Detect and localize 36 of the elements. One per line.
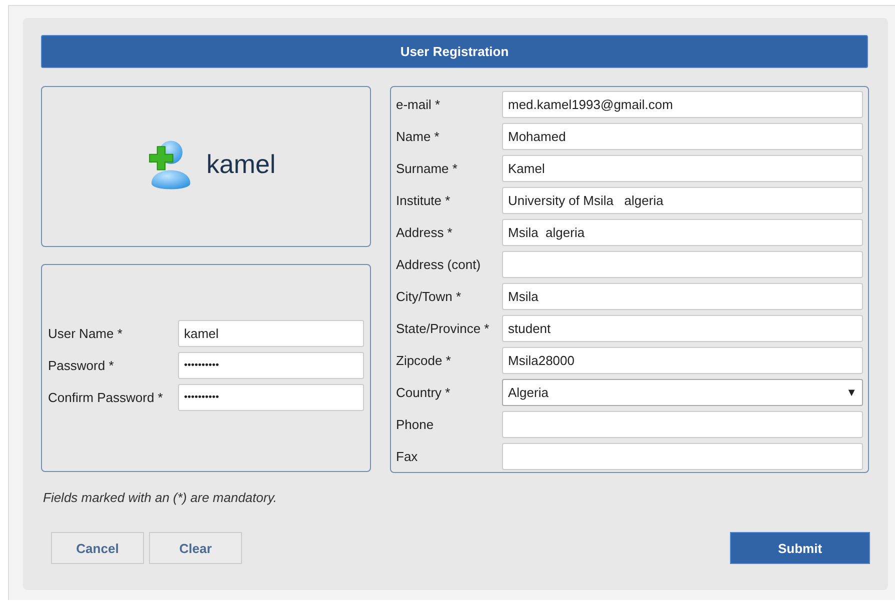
field-label: User Name * — [48, 326, 124, 341]
field-label: Address * — [396, 225, 454, 240]
input-field[interactable]: Msila — [502, 283, 863, 310]
input-field[interactable] — [502, 411, 863, 438]
field-label: State/Province * — [396, 321, 490, 336]
input-field[interactable]: kamel — [178, 320, 364, 347]
field-label: Surname * — [396, 161, 458, 176]
field-label: Zipcode * — [396, 353, 452, 368]
field-label: Phone — [396, 417, 435, 432]
password-field[interactable]: •••••••••• — [178, 384, 364, 411]
input-field[interactable]: student — [502, 315, 863, 342]
input-field[interactable]: Mohamed — [502, 123, 863, 150]
field-label: Institute * — [396, 193, 452, 208]
field-label: e-mail * — [396, 97, 442, 112]
field-label: Password * — [48, 358, 115, 373]
field-label: Address (cont) — [396, 257, 482, 272]
input-field[interactable]: University of Msila algeria — [502, 187, 863, 214]
password-field[interactable]: •••••••••• — [178, 352, 364, 379]
input-field[interactable] — [502, 251, 863, 278]
input-field[interactable]: med.kamel1993@gmail.com — [502, 91, 863, 118]
input-field[interactable]: Kamel — [502, 155, 863, 182]
input-field[interactable] — [502, 443, 863, 470]
field-label: Name * — [396, 129, 440, 144]
submit-button[interactable]: Submit — [730, 532, 870, 564]
field-label: Country * — [396, 385, 452, 400]
field-label: Fax — [396, 449, 419, 464]
field-label: City/Town * — [396, 289, 462, 304]
mandatory-note: Fields marked with an (*) are mandatory. — [43, 490, 278, 505]
country-dropdown[interactable]: Algeria ▼ — [502, 379, 863, 406]
profile-name: kamel — [206, 149, 276, 180]
secondary-button[interactable]: Cancel — [51, 532, 144, 564]
secondary-button[interactable]: Clear — [149, 532, 242, 564]
input-field[interactable]: Msila28000 — [502, 347, 863, 374]
field-label: Confirm Password * — [48, 390, 164, 405]
dialog-title: User Registration — [41, 35, 868, 68]
input-field[interactable]: Msila algeria — [502, 219, 863, 246]
